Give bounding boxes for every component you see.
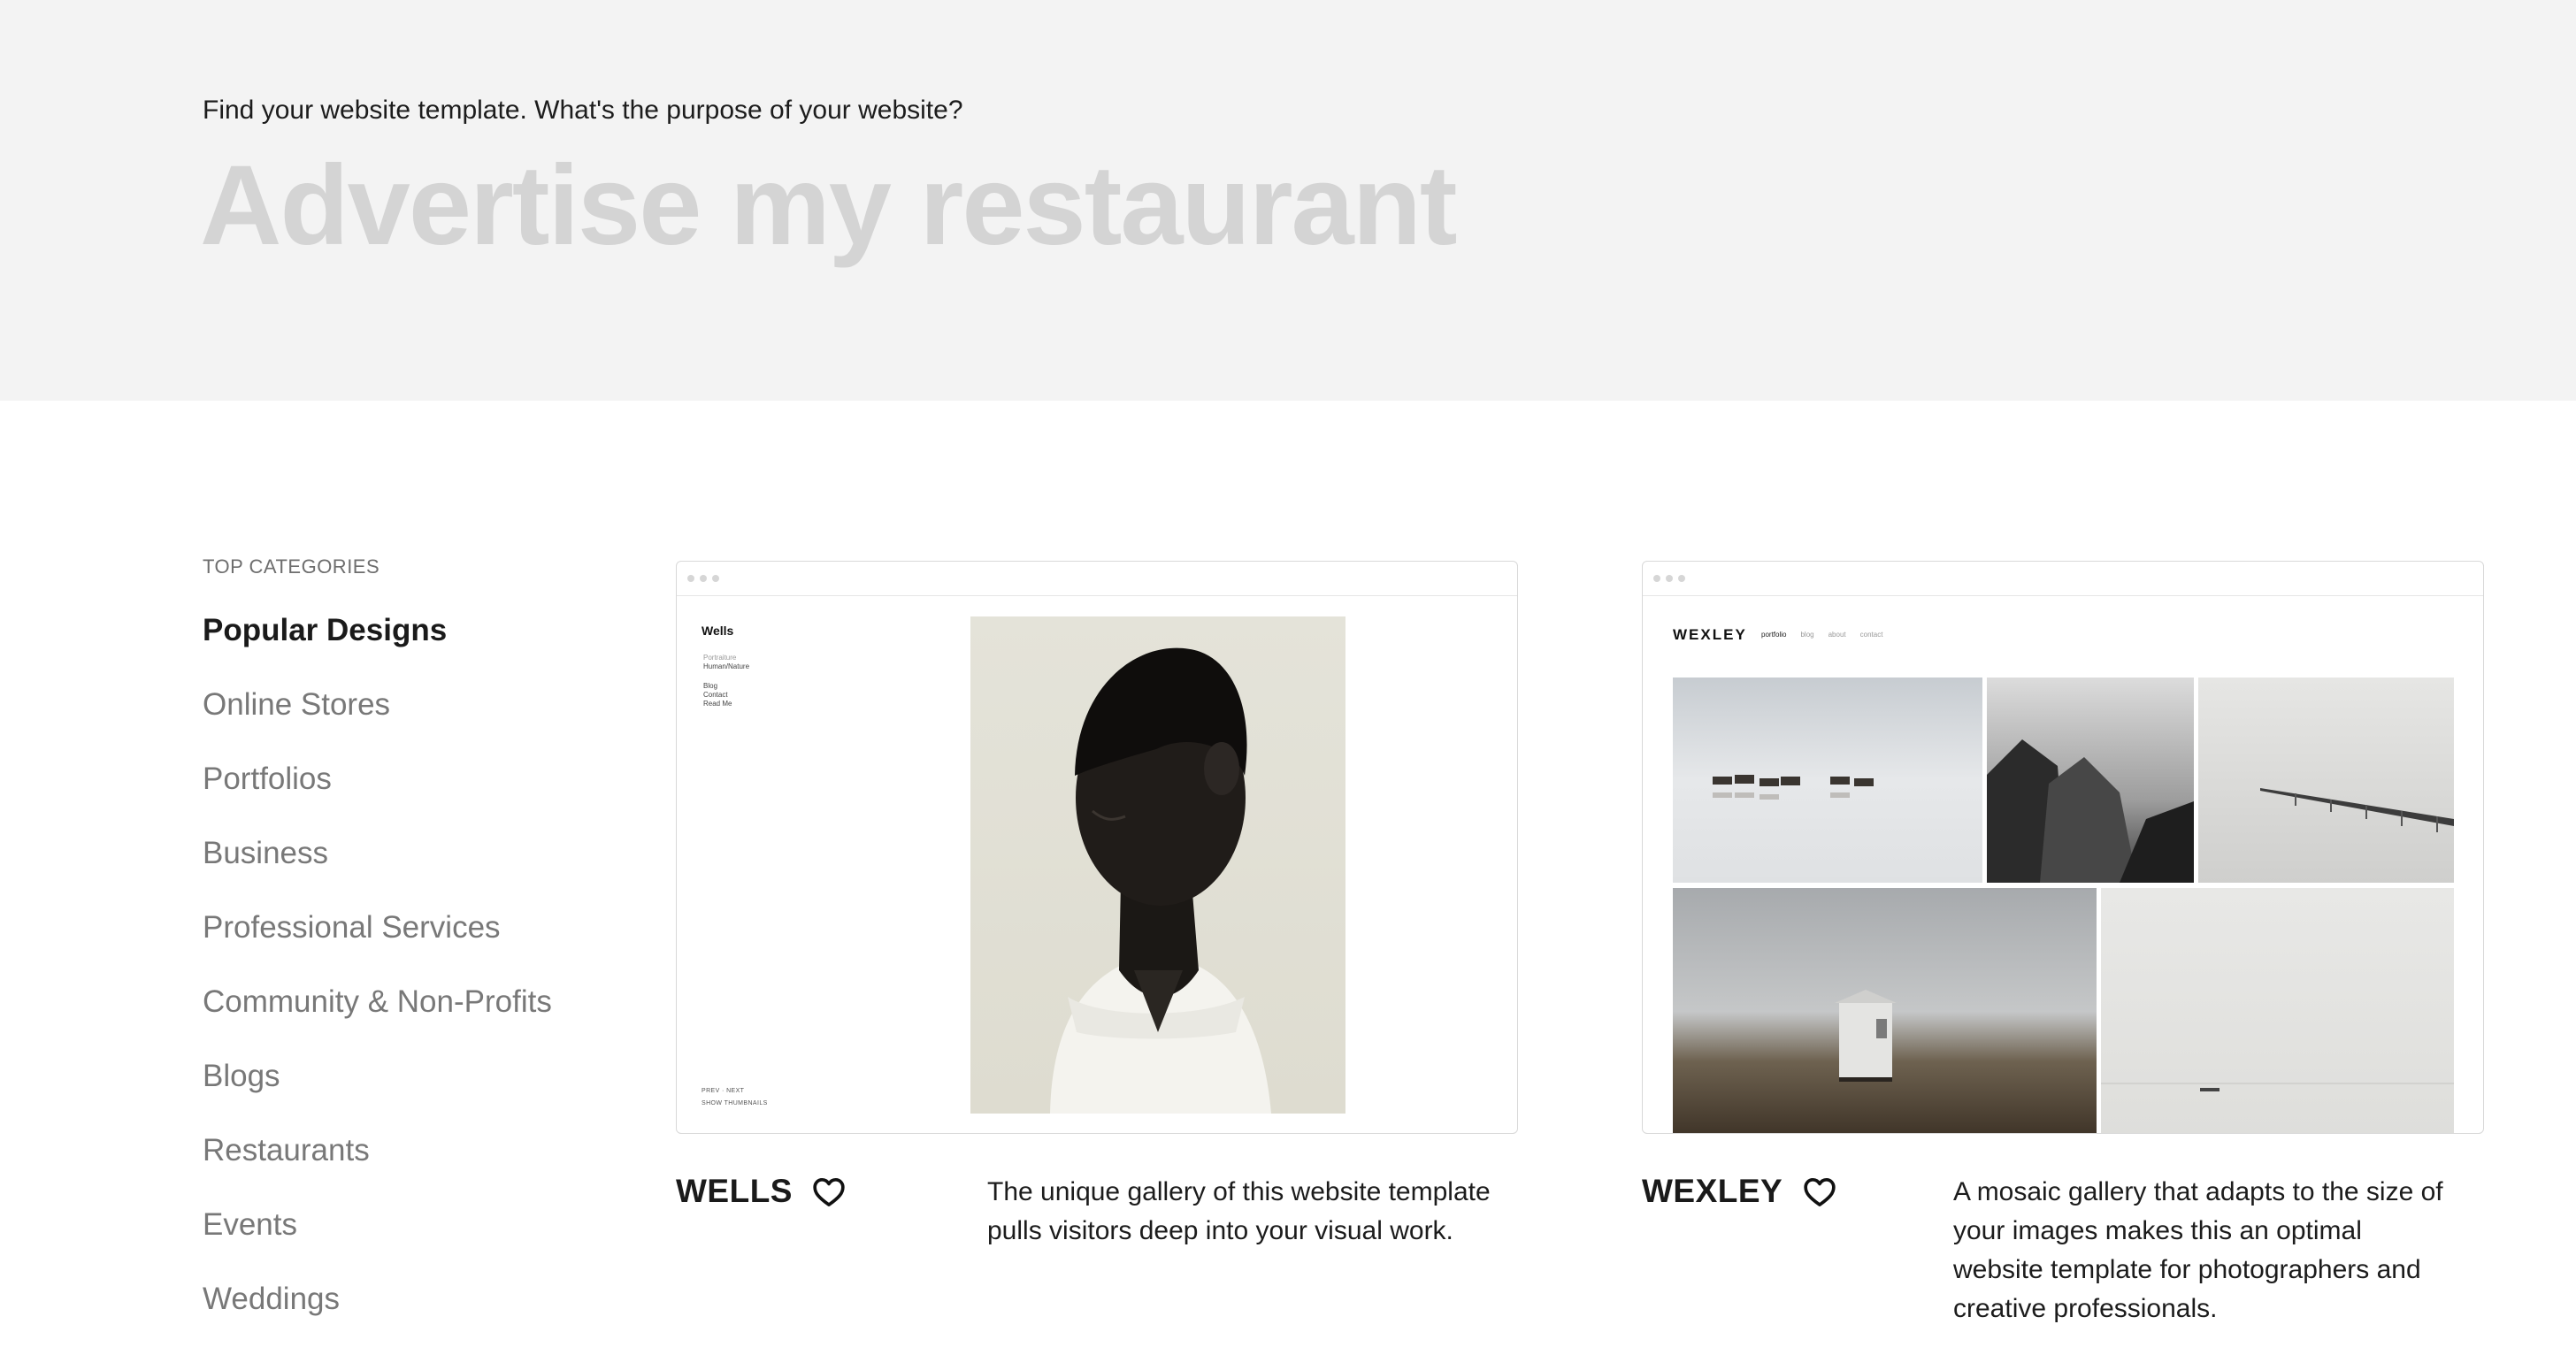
template-meta: WELLS The unique gallery of this website… [676,1134,1518,1311]
window-dots-icon [1653,575,1685,582]
template-card-wexley: WEXLEY portfolio blog about contact WEXL… [1642,561,2484,1323]
category-events[interactable]: Events [203,1206,627,1281]
category-blogs[interactable]: Blogs [203,1058,627,1132]
category-restaurants[interactable]: Restaurants [203,1132,627,1206]
category-popular-designs[interactable]: Popular Designs [203,612,627,686]
template-preview-wexley[interactable]: WEXLEY portfolio blog about contact [1642,561,2484,1134]
preview-footer: PREV · NEXT SHOW THUMBNAILS [702,1085,768,1110]
window-dots-icon [687,575,719,582]
preview-nav-item: Contact [703,691,728,699]
category-weddings[interactable]: Weddings [203,1281,627,1355]
preview-nav-item: Human/Nature [703,662,750,670]
preview-nav-item: Read Me [703,700,732,708]
sidebar-heading: TOP CATEGORIES [203,555,380,578]
template-name[interactable]: WELLS [676,1173,793,1210]
template-description: A mosaic gallery that adapts to the size… [1953,1177,2443,1323]
preview-nav-item: portfolio [1761,631,1787,639]
search-hero: Find your website template. What's the p… [0,0,2576,401]
category-portfolios[interactable]: Portfolios [203,761,627,835]
preview-site-title: Wells [702,624,734,638]
preview-pager: PREV · NEXT [702,1088,745,1094]
template-preview-wells[interactable]: Wells Portraiture Human/Nature Blog Cont… [676,561,1518,1134]
gallery-photo-cliffs [1987,678,2194,883]
search-query-input[interactable]: Advertise my restaurant [200,143,1457,269]
template-description: The unique gallery of this website templ… [987,1177,1491,1245]
category-online-stores[interactable]: Online Stores [203,686,627,761]
preview-nav-item: Blog [703,682,718,690]
template-name[interactable]: WEXLEY [1642,1173,1782,1210]
browser-bar [677,562,1517,596]
gallery-photo-horses [1673,678,1982,883]
search-prompt: Find your website template. What's the p… [203,96,963,125]
category-professional-services[interactable]: Professional Services [203,909,627,984]
template-meta: WEXLEY A mosaic gallery that adapts to t… [1642,1134,2484,1323]
preview-nav-item: Portraiture [703,654,737,662]
preview-nav: Portraiture Human/Nature Blog Contact Re… [703,654,749,708]
gallery-photo-pier [2198,678,2454,883]
category-business[interactable]: Business [203,835,627,909]
category-sidebar: TOP CATEGORIES Popular Designs Online St… [203,555,627,1355]
gallery-photo-hut [1673,888,2097,1133]
preview-nav-item: blog [1800,631,1814,639]
preview-nav-item: about [1828,631,1846,639]
portrait-photo [970,616,1346,1114]
preview-nav-item: contact [1859,631,1883,639]
heart-outline-icon[interactable] [810,1175,847,1210]
preview-site-title: WEXLEY [1673,626,1747,643]
heart-outline-icon[interactable] [1801,1175,1838,1210]
category-community-non-profits[interactable]: Community & Non-Profits [203,984,627,1058]
template-card-wells: Wells Portraiture Human/Nature Blog Cont… [676,561,1518,1311]
preview-thumbnails-link: SHOW THUMBNAILS [702,1100,768,1106]
gallery-photo-sea [2101,888,2454,1133]
browser-bar [1643,562,2483,596]
preview-nav: portfolio blog about contact [1761,631,1882,639]
